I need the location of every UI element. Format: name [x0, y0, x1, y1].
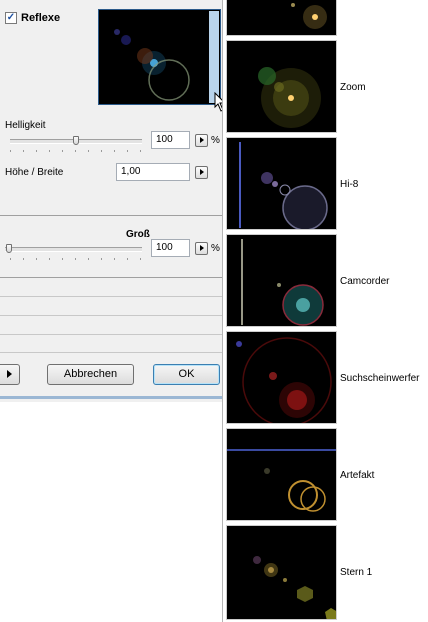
ok-button[interactable]: OK: [153, 364, 220, 385]
gross-slider-thumb[interactable]: [6, 244, 12, 253]
hoehe-breite-arrow-button[interactable]: [195, 166, 208, 179]
arrow-right-icon: [7, 370, 12, 378]
gross-input[interactable]: 100: [151, 239, 190, 257]
helligkeit-unit: %: [211, 135, 220, 146]
preset-label[interactable]: Suchscheinwerfer: [340, 373, 419, 384]
flare-preview[interactable]: [98, 9, 221, 105]
flare-thumbnail-image: [291, 3, 327, 29]
preset-thumbnail[interactable]: [226, 0, 337, 36]
helligkeit-input[interactable]: 100: [151, 131, 190, 149]
flare-thumbnail-image: [253, 556, 336, 619]
gross-label: Groß: [126, 229, 150, 240]
flare-thumbnail-image: [236, 337, 332, 423]
flare-thumbnail-image: [241, 239, 324, 326]
preset-label[interactable]: Artefakt: [340, 470, 374, 481]
mouse-cursor-icon: [214, 92, 222, 112]
lens-flare-dialog: ✓ Reflexe Helligkeit 100 % Höhe / Breite…: [0, 0, 222, 402]
dialog-bottom-border: [0, 396, 222, 399]
preset-thumbnail-hi8[interactable]: [226, 137, 337, 230]
preview-flare-image: [114, 29, 190, 101]
divider: [0, 215, 222, 216]
preset-label[interactable]: Stern 1: [340, 567, 372, 578]
preset-thumbnail-artefakt[interactable]: [226, 428, 337, 521]
gross-slider-track[interactable]: [5, 247, 142, 252]
hoehe-breite-input[interactable]: 1,00: [116, 163, 190, 181]
helligkeit-arrow-button[interactable]: [195, 134, 208, 147]
preview-scrollbar[interactable]: [209, 11, 219, 103]
divider: [0, 334, 222, 335]
divider: [0, 277, 222, 278]
preset-thumbnail-stern1[interactable]: [226, 525, 337, 620]
helligkeit-slider-thumb[interactable]: [73, 136, 79, 145]
helligkeit-label: Helligkeit: [5, 120, 46, 131]
preset-label[interactable]: Camcorder: [340, 276, 389, 287]
preset-list: Zoom Hi-8 Camcorder Suchscheinwerfer Art…: [223, 0, 428, 622]
helligkeit-ticks: [10, 150, 142, 153]
flare-thumbnail-image: [239, 142, 328, 229]
hoehe-breite-label: Höhe / Breite: [5, 167, 64, 178]
divider: [0, 296, 222, 297]
preset-thumbnail-zoom[interactable]: [226, 40, 337, 133]
gross-arrow-button[interactable]: [195, 242, 208, 255]
divider: [0, 315, 222, 316]
flare-thumbnail-image: [227, 449, 336, 512]
more-arrow-button[interactable]: [0, 364, 20, 385]
preset-label[interactable]: Hi-8: [340, 179, 358, 190]
flare-thumbnail-image: [258, 67, 321, 128]
gross-unit: %: [211, 243, 220, 254]
reflexe-label: Reflexe: [21, 12, 61, 24]
preset-thumbnail-suchscheinwerfer[interactable]: [226, 331, 337, 424]
preset-thumbnail-camcorder[interactable]: [226, 234, 337, 327]
preset-label[interactable]: Zoom: [340, 82, 366, 93]
cancel-button[interactable]: Abbrechen: [47, 364, 134, 385]
divider: [0, 352, 222, 353]
gross-ticks: [10, 258, 142, 261]
reflexe-checkbox[interactable]: ✓: [5, 12, 17, 24]
